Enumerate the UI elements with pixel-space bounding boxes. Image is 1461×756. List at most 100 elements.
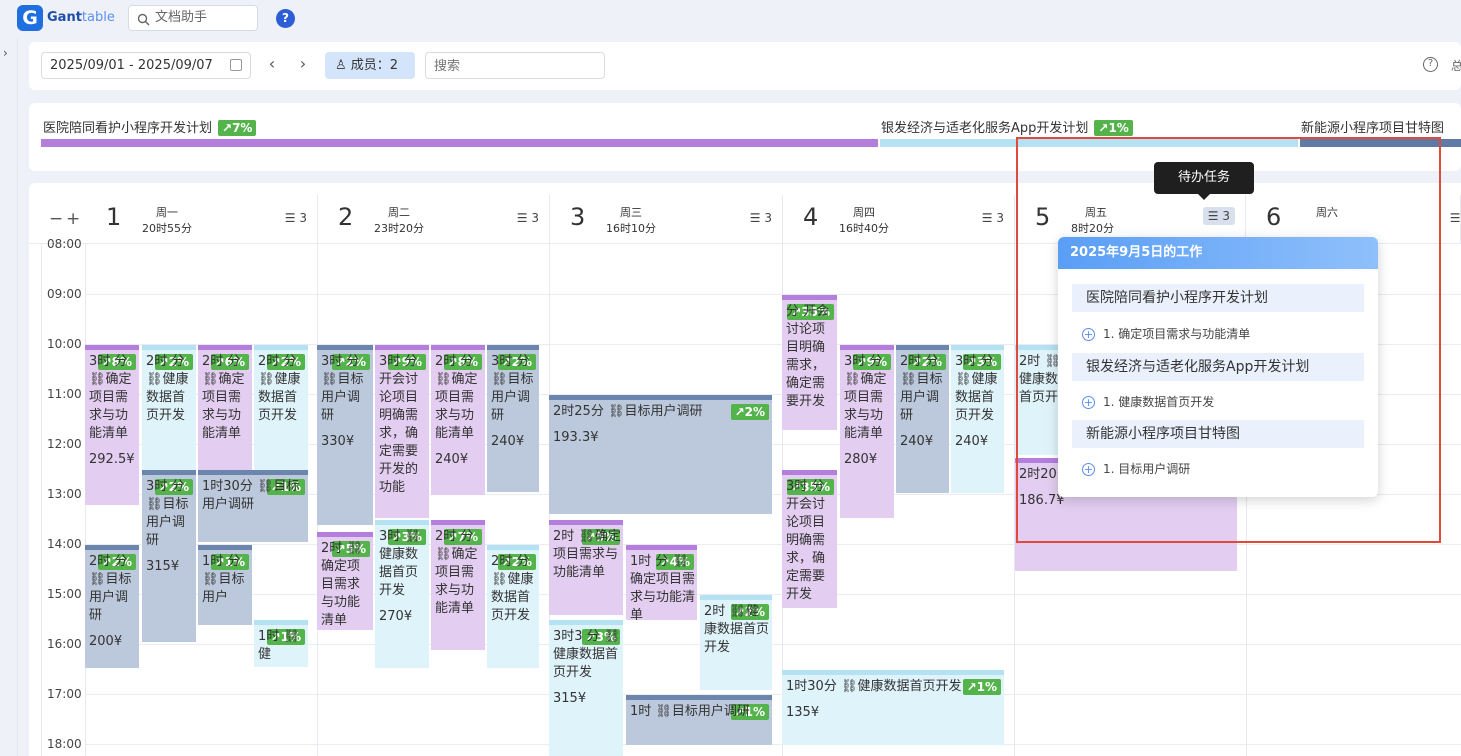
day-total-time: 16时40分: [839, 222, 889, 235]
task-event[interactable]: ↗5% 2时 ⛓确定项目需求与功能清单: [549, 520, 623, 615]
event-price: 135¥: [786, 705, 820, 720]
task-event[interactable]: ↗3% 3时 ⛓健康数据首页开发 270¥: [375, 520, 429, 668]
task-event[interactable]: ↗2% 2时 分 ⛓健康数据首页开发: [142, 345, 196, 470]
app-name-main: Gant: [47, 10, 82, 25]
help-circle-icon[interactable]: ?: [1423, 57, 1438, 72]
event-text: 2时 分 ⛓确定项目需求与功能清单: [202, 354, 245, 441]
event-text: 2时 分 ⛓确定项目需求与功能清单: [435, 529, 478, 616]
day-task-count[interactable]: ☰ 3: [517, 211, 539, 225]
event-text: 1时 分 ⛓目标用户: [202, 554, 245, 605]
event-text: 3时 分 ⛓目标用户调研: [491, 354, 534, 423]
time-label: 10:00: [47, 337, 82, 351]
task-event[interactable]: ↗3% 3时 分 ⛓健康数据首页开发 240¥: [951, 345, 1004, 493]
task-event[interactable]: ↗2% 3时 分 ⛓目标用户调研 330¥: [317, 345, 373, 525]
day-weekday: 周三: [620, 206, 642, 219]
members-button[interactable]: ♙ 成员：2: [325, 52, 415, 79]
help-icon[interactable]: ?: [276, 9, 295, 28]
task-event[interactable]: ↗1% 1时30分 ⛓健康数据首页开发 135¥: [782, 670, 1004, 745]
left-rail: ›: [0, 38, 18, 756]
task-event[interactable]: ↗8% 3时 分 ⛓确定项目需求与功能清单 292.5¥: [85, 345, 139, 505]
time-label: 16:00: [47, 637, 82, 651]
plan-progress-badge: ↗7%: [218, 120, 257, 136]
day-weekday: 周四: [853, 206, 875, 219]
expand-sidebar-icon[interactable]: ›: [3, 46, 8, 60]
task-event[interactable]: ↗1% 1时 分 ⛓目标用户: [198, 545, 252, 625]
day-total-time: 20时55分: [142, 222, 192, 235]
task-event[interactable]: ↗4% 1时 分 ⛓确定项目需求与功能清单: [626, 545, 697, 620]
task-event[interactable]: ↗8% 2时 分 ⛓确定项目需求与功能清单 240¥: [431, 345, 485, 495]
task-event[interactable]: ↗2% 2时 分 ⛓目标用户调研 240¥: [896, 345, 949, 493]
event-text: 3时 分 ⛓确定项目需求与功能清单: [844, 354, 887, 441]
day-number: 4: [803, 203, 819, 231]
task-event[interactable]: ↗9% 3时 分 ⛓确定项目需求与功能清单 280¥: [840, 345, 894, 518]
next-week-button[interactable]: ›: [295, 54, 311, 74]
task-event[interactable]: ↗1% 1时 ⛓健: [254, 620, 308, 667]
event-text: 2时 ⛓确定项目需求与功能清单: [321, 541, 363, 628]
plan-bar[interactable]: [41, 139, 878, 147]
calendar-icon: [230, 59, 242, 71]
event-text: 3时 分 开会讨论项目明确需求，确定需要开发的功能: [379, 354, 419, 495]
event-text: 1时 ⛓健: [258, 629, 300, 662]
day-task-count[interactable]: ☰ 3: [1450, 211, 1461, 225]
grid-line: [85, 544, 1461, 545]
event-price: 270¥: [379, 609, 413, 624]
event-text: 2时 ⛓健康数据首页开发: [704, 604, 770, 655]
event-text: 3时 分 ⛓确定项目需求与功能清单: [89, 354, 132, 441]
time-label: 08:00: [47, 237, 82, 251]
event-text: 分 开会讨论项目明确需求，确定需要开发: [786, 304, 830, 409]
doc-assistant-search[interactable]: 文档助手: [128, 5, 258, 31]
help-right-label[interactable]: 总: [1451, 57, 1461, 74]
day-number: 3: [570, 203, 586, 231]
task-event[interactable]: ↗35% 分 开会讨论项目明确需求，确定需要开发: [782, 295, 837, 430]
date-range-picker[interactable]: 2025/09/01 - 2025/09/07: [41, 52, 251, 79]
search-icon: [137, 11, 150, 35]
plan-progress-badge: ↗1%: [1094, 120, 1133, 136]
task-event[interactable]: ↗2% 2时 ⛓健康数据首页开发: [700, 595, 772, 690]
task-event[interactable]: ↗2% 3时 分 ⛓目标用户调研 240¥: [487, 345, 539, 492]
day-header[interactable]: 3 周三 16时10分 ☰ 3: [550, 195, 783, 243]
event-text: 3时 ⛓健康数据首页开发: [379, 529, 421, 598]
event-price: 280¥: [844, 452, 878, 467]
event-price: 240¥: [900, 434, 934, 449]
task-event[interactable]: ↗2% 3时 分 ⛓目标用户调研 315¥: [142, 470, 196, 642]
task-event[interactable]: ↗2% 2时25分 ⛓目标用户调研 193.3¥: [549, 395, 772, 514]
event-text: 1时30分 ⛓健康数据首页开发: [786, 679, 962, 694]
day-task-count[interactable]: ☰ 3: [285, 211, 307, 225]
task-event[interactable]: ↗3% 3时3 分 ⛓健康数据首页开发 315¥: [549, 620, 623, 756]
highlight-frame: [1016, 137, 1441, 543]
task-event[interactable]: ↗2% 2时 分 ⛓健康数据首页开发: [254, 345, 308, 470]
time-label: 14:00: [47, 537, 82, 551]
plan-label[interactable]: 银发经济与适老化服务App开发计划 ↗1%: [881, 117, 1133, 136]
time-label: 13:00: [47, 487, 82, 501]
event-price: 315¥: [553, 691, 587, 706]
task-event[interactable]: ↗1% 1时30分 ⛓目标用户调研: [198, 470, 308, 542]
event-text: 1时 ⛓目标用户调研: [630, 704, 750, 719]
event-price: 200¥: [89, 634, 123, 649]
zoom-in-button[interactable]: +: [66, 209, 80, 229]
day-header[interactable]: 1 周一 20时55分 ☰ 3: [86, 195, 318, 243]
event-text: 2时 分 ⛓确定项目需求与功能清单: [435, 354, 478, 441]
task-event[interactable]: ↗7% 2时 分 ⛓确定项目需求与功能清单: [431, 520, 485, 650]
search-input[interactable]: [425, 52, 605, 79]
day-header[interactable]: 2 周二 23时20分 ☰ 3: [318, 195, 550, 243]
prev-week-button[interactable]: ‹: [264, 54, 280, 74]
plan-label[interactable]: 新能源小程序项目甘特图: [1301, 117, 1444, 136]
task-event[interactable]: ↗1% 1时 ⛓目标用户调研: [626, 695, 772, 745]
task-event[interactable]: ↗2% 2时 分 ⛓健康数据首页开发: [487, 545, 539, 668]
task-event[interactable]: ↗2% 2时 分 ⛓目标用户调研 200¥: [85, 545, 139, 668]
zoom-out-button[interactable]: −: [49, 209, 63, 229]
event-price: 240¥: [491, 434, 525, 449]
time-label: 11:00: [47, 387, 82, 401]
task-event[interactable]: ↗5% 2时 ⛓确定项目需求与功能清单: [317, 532, 373, 630]
day-task-count[interactable]: ☰ 3: [750, 211, 772, 225]
event-text: 2时 ⛓确定项目需求与功能清单: [553, 529, 621, 580]
plan-label[interactable]: 医院陪同看护小程序开发计划 ↗7%: [43, 117, 257, 136]
task-event[interactable]: ↗35% 3时 分 开会讨论项目明确需求，确定需要开发: [782, 470, 837, 608]
day-header[interactable]: 4 周四 16时40分 ☰ 3: [783, 195, 1015, 243]
day-number: 2: [338, 203, 354, 231]
task-event[interactable]: ↗9% 3时 分 开会讨论项目明确需求，确定需要开发的功能: [375, 345, 429, 518]
toolbar: 2025/09/01 - 2025/09/07 ‹ › ♙ 成员：2 ? 总: [29, 42, 1461, 90]
task-event[interactable]: ↗6% 2时 分 ⛓确定项目需求与功能清单: [198, 345, 252, 470]
event-price: 292.5¥: [89, 452, 135, 467]
day-task-count[interactable]: ☰ 3: [982, 211, 1004, 225]
